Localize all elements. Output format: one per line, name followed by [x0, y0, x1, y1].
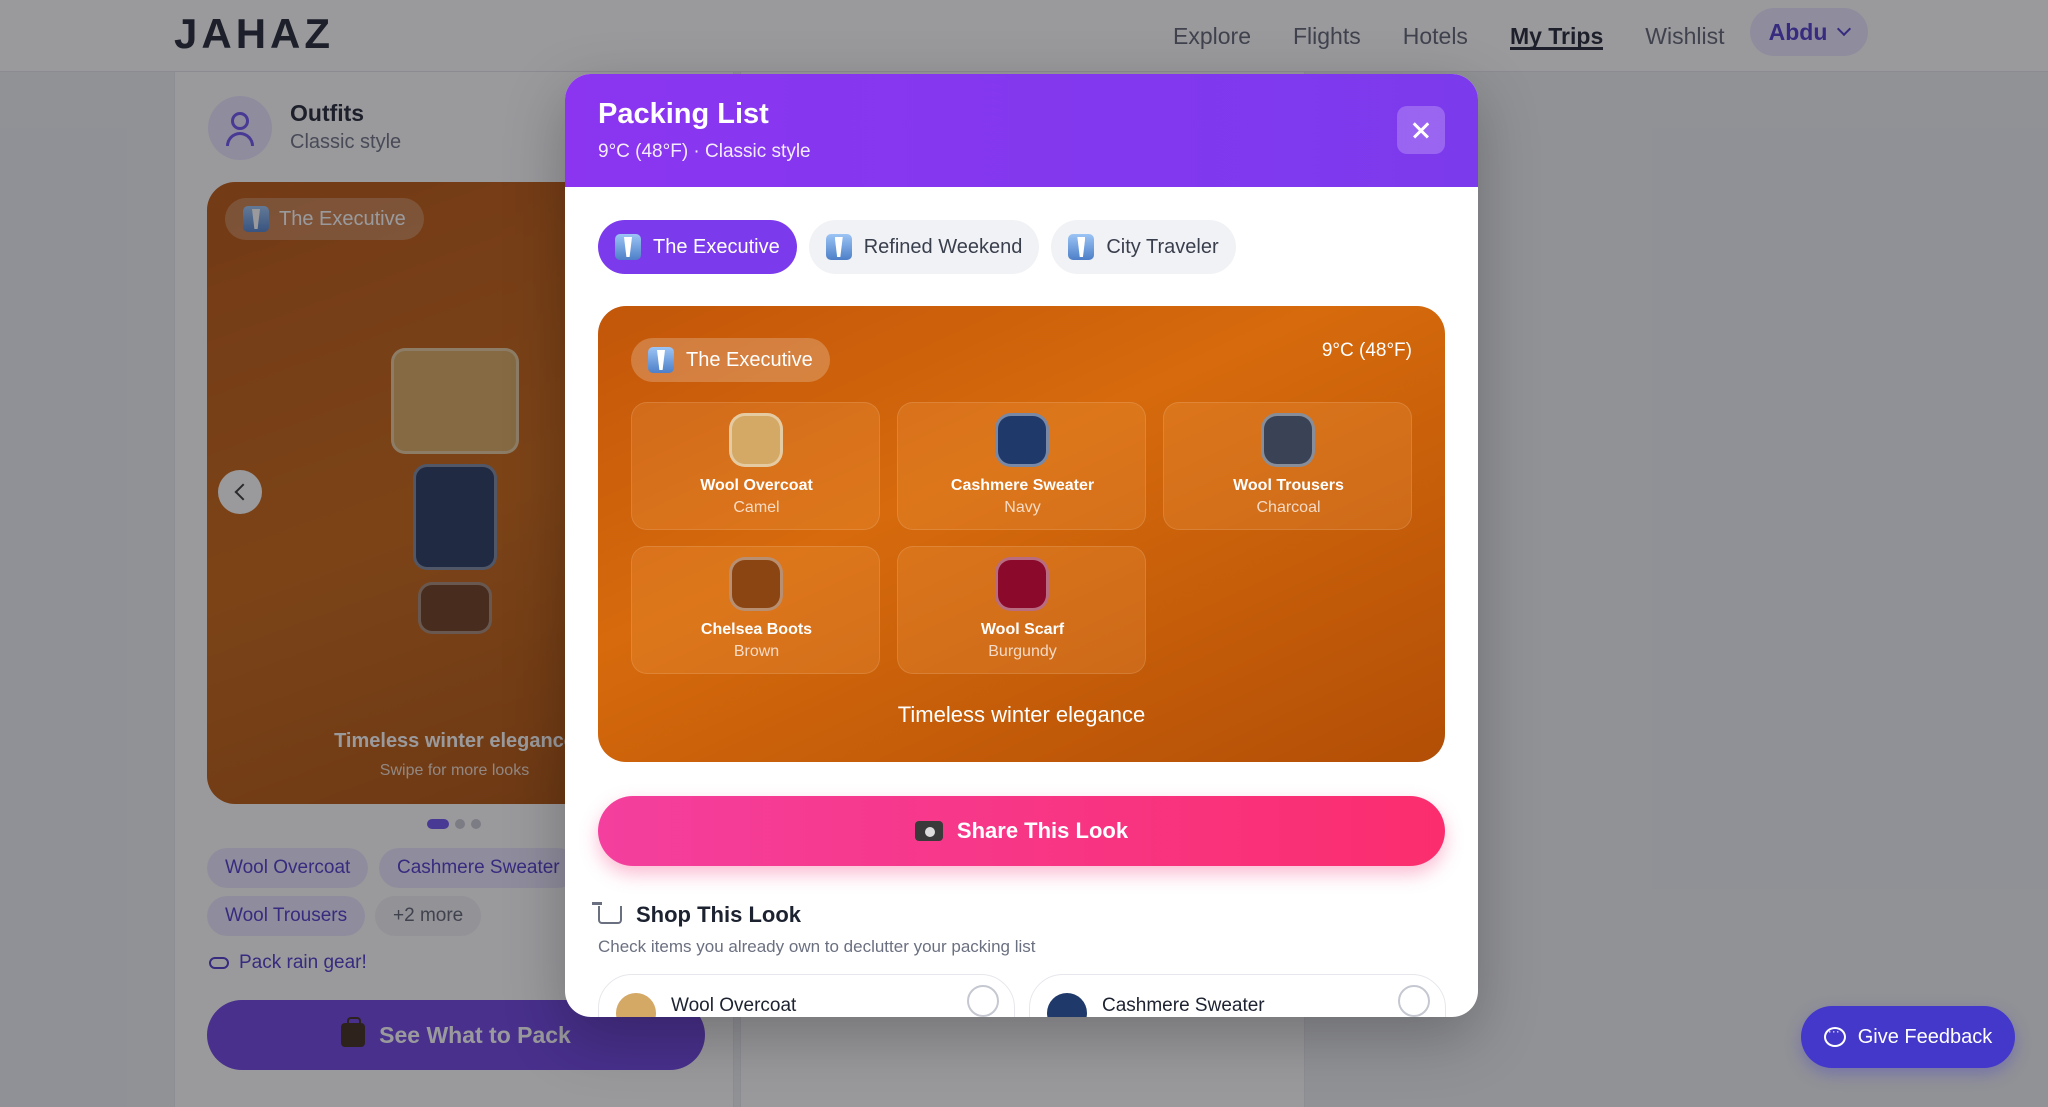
look-item[interactable]: Wool Scarf Burgundy — [897, 546, 1146, 674]
shop-title-label: Shop This Look — [636, 902, 801, 927]
packing-list-modal: Packing List 9°C (48°F) · Classic style … — [565, 74, 1478, 1017]
color-swatch — [995, 557, 1049, 611]
look-name: The Executive — [686, 348, 813, 371]
modal-header: Packing List 9°C (48°F) · Classic style — [565, 74, 1478, 187]
modal-title: Packing List — [598, 98, 769, 130]
shop-item-name: Cashmere Sweater — [1102, 995, 1265, 1016]
suit-icon — [1068, 234, 1095, 260]
give-feedback-button[interactable]: Give Feedback — [1801, 1006, 2015, 1068]
suit-icon — [615, 234, 641, 260]
tab-label: The Executive — [653, 235, 780, 258]
color-swatch — [995, 413, 1049, 467]
look-card: The Executive 9°C (48°F) Wool Overcoat C… — [598, 306, 1445, 762]
shop-item-name: Wool Overcoat — [671, 995, 797, 1016]
look-item[interactable]: Cashmere Sweater Navy — [897, 402, 1146, 530]
chat-bubble-icon — [1823, 1024, 1846, 1047]
close-button[interactable] — [1397, 106, 1445, 154]
owned-checkbox[interactable] — [1398, 985, 1430, 1017]
item-color: Brown — [733, 643, 780, 660]
look-item[interactable]: Wool Trousers Charcoal — [1163, 402, 1412, 530]
owned-checkbox[interactable] — [967, 985, 999, 1017]
suit-icon — [825, 234, 852, 260]
tab-city-traveler[interactable]: City Traveler — [1051, 220, 1236, 274]
shop-item[interactable]: Cashmere Sweater — [1029, 974, 1446, 1017]
item-name: Cashmere Sweater — [950, 477, 1095, 494]
item-name: Wool Scarf — [980, 621, 1065, 638]
modal-subtitle: 9°C (48°F) · Classic style — [598, 141, 811, 162]
color-swatch — [1261, 413, 1315, 467]
shop-section-title: Shop This Look — [592, 902, 801, 928]
look-item[interactable]: Chelsea Boots Brown — [631, 546, 880, 674]
color-swatch — [729, 413, 783, 467]
color-swatch — [616, 993, 656, 1017]
item-color: Camel — [733, 499, 780, 516]
tab-label: City Traveler — [1106, 235, 1219, 258]
item-name: Wool Overcoat — [700, 477, 813, 494]
look-temperature: 9°C (48°F) — [1321, 340, 1412, 361]
color-swatch — [1047, 993, 1087, 1017]
item-name: Chelsea Boots — [700, 621, 813, 638]
shop-item[interactable]: Wool Overcoat — [598, 974, 1015, 1017]
item-color: Burgundy — [988, 643, 1057, 660]
shop-subtitle: Check items you already own to declutter… — [598, 937, 1036, 956]
camera-icon — [914, 821, 943, 841]
shopping-cart-icon — [592, 902, 622, 924]
color-swatch — [729, 557, 783, 611]
look-tagline: Timeless winter elegance — [897, 702, 1146, 727]
outfit-tabs: The Executive Refined Weekend City Trave… — [598, 220, 1236, 274]
share-look-label: Share This Look — [956, 818, 1129, 843]
share-look-button[interactable]: Share This Look — [598, 796, 1445, 866]
tab-the-executive[interactable]: The Executive — [598, 220, 797, 274]
look-item[interactable]: Wool Overcoat Camel — [631, 402, 880, 530]
tab-refined-weekend[interactable]: Refined Weekend — [808, 220, 1040, 274]
item-name: Wool Trousers — [1233, 477, 1344, 494]
give-feedback-label: Give Feedback — [1857, 1025, 1993, 1048]
suit-icon — [648, 347, 674, 373]
look-pill: The Executive — [631, 338, 830, 382]
item-color: Navy — [1004, 499, 1041, 516]
item-color: Charcoal — [1256, 499, 1321, 516]
tab-label: Refined Weekend — [863, 235, 1023, 258]
